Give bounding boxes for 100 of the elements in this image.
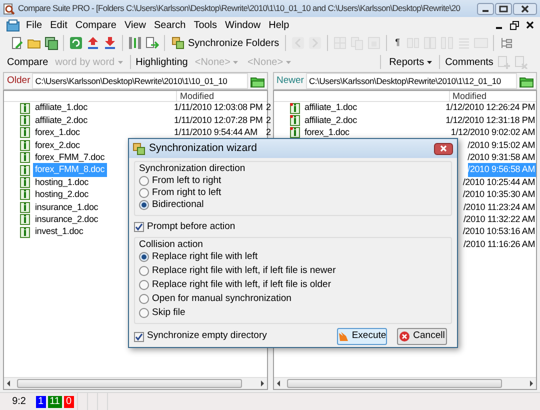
status-position: 9:2 [11, 395, 27, 409]
radio-icon[interactable] [139, 188, 149, 198]
close-icon[interactable] [513, 2, 537, 14]
radio-icon[interactable] [139, 176, 149, 186]
refresh-icon[interactable] [69, 36, 83, 50]
document-icon [290, 115, 300, 126]
new-document-icon[interactable] [10, 36, 24, 50]
download-icon[interactable] [103, 36, 117, 50]
radio-icon[interactable] [139, 294, 149, 304]
table-cell-text: 2 [265, 126, 271, 140]
option-label: From left to right [152, 174, 222, 188]
menu-item[interactable]: View [120, 18, 150, 32]
dropdown-button[interactable]: Reports [386, 54, 436, 70]
sync-icon [171, 36, 185, 50]
document-icon [20, 164, 30, 176]
folder-icon[interactable] [519, 74, 534, 88]
column-header[interactable]: Modified [176, 91, 214, 101]
restore-icon[interactable] [510, 20, 519, 30]
horizontal-scrollbar[interactable] [4, 377, 266, 389]
option-label: Replace right file with left, if left file is older [152, 278, 331, 292]
file-name[interactable]: affiliate_1.doc [33, 101, 90, 115]
table-cell-text: 2 [265, 101, 271, 114]
execute-button[interactable]: Execute [337, 328, 387, 345]
table-cell-text: /2010 10:35:30 AM [462, 188, 536, 202]
document-icon [20, 214, 30, 226]
path-field[interactable]: C:\Users\Karlsson\Desktop\Rewrite\2010\1\10_01_10 [32, 73, 248, 89]
minimize-icon[interactable] [477, 2, 494, 14]
option-label: Open for manual synchronization [152, 292, 292, 306]
close-icon [440, 145, 447, 152]
right-arrow-icon[interactable] [527, 379, 536, 388]
table-cell-text: /2010 11:32:22 AM [464, 212, 536, 226]
folder-icon[interactable] [250, 74, 264, 88]
document-icon [20, 102, 30, 114]
document-icon [20, 152, 30, 164]
close-icon[interactable] [526, 21, 534, 29]
file-name[interactable]: forex_2.doc [33, 138, 82, 152]
file-name[interactable]: hosting_2.doc [33, 188, 90, 202]
group-title: Collision action [139, 238, 204, 250]
menu-item[interactable]: Search [150, 18, 190, 32]
menu-item[interactable]: Tools [190, 18, 222, 32]
file-name[interactable]: affiliate_1.doc [302, 101, 359, 115]
toolbar-label: Compare [6, 56, 50, 70]
group-title: Synchronization direction [139, 162, 246, 174]
document-arrow-icon[interactable] [145, 36, 159, 50]
file-name[interactable]: forex_1.doc [33, 126, 82, 140]
selected-radio-icon[interactable] [139, 200, 149, 210]
menu-item[interactable]: Edit [46, 18, 72, 32]
selected-radio-icon[interactable] [139, 252, 149, 262]
document-icon [20, 189, 30, 200]
documents-icon[interactable] [44, 36, 58, 50]
document-icon [20, 127, 30, 138]
file-name[interactable]: affiliate_2.doc [302, 114, 359, 128]
table-cell-text: /2010 9:15:02 AM [468, 138, 536, 152]
checkbox-label: Prompt before action [147, 220, 236, 234]
table-cell-text: /2010 9:31:58 AM [468, 151, 536, 164]
horizontal-scrollbar[interactable] [274, 377, 536, 389]
column-header[interactable]: Modified [448, 91, 487, 101]
counter-badge: 0 [64, 396, 74, 408]
radio-icon[interactable] [139, 308, 149, 318]
menu-item[interactable]: Help [264, 18, 294, 32]
option-label: From right to left [152, 186, 222, 200]
sync-icon [133, 142, 145, 154]
file-name[interactable]: affiliate_2.doc [33, 114, 90, 128]
synchronize-folders-button[interactable]: Synchronize Folders [170, 36, 280, 50]
table-cell-text: 1/11/2010 12:07:28 PM [173, 114, 264, 127]
document-icon [20, 140, 30, 151]
path-field[interactable]: C:\Users\Karlsson\Desktop\Rewrite\2010\1\12_01_10 [306, 73, 517, 89]
document-icon [290, 102, 300, 114]
menu-item[interactable]: Compare [71, 18, 120, 32]
file-name[interactable]: hosting_1.doc [33, 176, 90, 190]
toolbar-label: Highlighting [134, 56, 189, 70]
option-label: Replace right file with left, if left file is newer [152, 264, 336, 278]
close-button[interactable] [434, 142, 453, 154]
radio-icon[interactable] [139, 280, 149, 290]
table-cell-text: 2 [265, 114, 271, 127]
file-name[interactable]: insurance_1.doc [33, 200, 100, 214]
panel-caption: Newer [276, 74, 304, 88]
paragraph-button[interactable]: ¶ [392, 36, 403, 50]
counter-badge: 11 [48, 396, 62, 408]
menu-item[interactable]: Window [221, 18, 265, 32]
file-name[interactable]: invest_1.doc [33, 225, 86, 239]
document-icon [290, 127, 300, 138]
file-name[interactable]: forex_1.doc [302, 126, 352, 140]
document-icon [20, 115, 30, 126]
tree-icon[interactable] [499, 36, 513, 50]
cancel-button[interactable]: Cancell [397, 328, 447, 345]
document-icon [20, 202, 30, 213]
checked-checkbox-icon[interactable] [134, 222, 144, 232]
document-icon [20, 226, 30, 238]
radio-icon[interactable] [139, 266, 149, 276]
maximize-icon[interactable] [495, 2, 512, 14]
checked-checkbox-icon[interactable] [134, 332, 144, 342]
table-cell-text: 1/11/2010 12:03:08 PM [173, 101, 264, 114]
flame-icon [338, 331, 349, 342]
file-name[interactable]: insurance_2.doc [33, 212, 100, 226]
upload-icon[interactable] [86, 36, 100, 50]
menu-item[interactable]: File [22, 18, 46, 32]
file-name[interactable]: forex_FMM_7.doc [33, 151, 107, 165]
table-cell-text: /2010 11:16:26 AM [464, 238, 536, 251]
option-label: Bidirectional [152, 198, 204, 212]
